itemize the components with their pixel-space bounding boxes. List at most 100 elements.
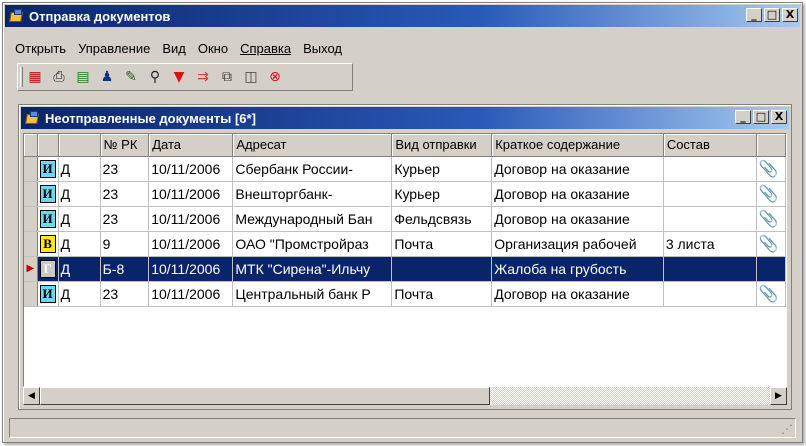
child-title-bar[interactable]: Неотправленные документы [6*] _ □ X bbox=[21, 107, 789, 129]
close-button[interactable]: X bbox=[782, 8, 798, 22]
header-summary[interactable]: Краткое содержание bbox=[491, 134, 664, 157]
method-cell: Почта bbox=[391, 281, 493, 307]
preview-icon[interactable]: ◫ bbox=[240, 66, 262, 88]
summary-cell: Договор на оказание bbox=[491, 181, 664, 207]
filter-icon[interactable]: ▼ bbox=[168, 66, 190, 88]
attachment-cell: 📎 bbox=[756, 281, 786, 307]
document-send-icon[interactable]: ⎙ bbox=[48, 66, 70, 88]
sort-icon[interactable]: ⇉ bbox=[192, 66, 214, 88]
menu-view[interactable]: Вид bbox=[156, 39, 192, 59]
minimize-button[interactable]: _ bbox=[746, 8, 762, 22]
badge-cell: И bbox=[37, 156, 59, 182]
paperclip-icon[interactable]: 📎 bbox=[759, 209, 779, 228]
menu-exit[interactable]: Выход bbox=[297, 39, 348, 59]
number-cell: 23 bbox=[100, 181, 150, 207]
edit-icon[interactable]: ✎ bbox=[120, 66, 142, 88]
table-row[interactable]: И Д 23 10/11/2006 Центральный банк Р Почта Дог… bbox=[24, 281, 786, 307]
date-cell: 10/11/2006 bbox=[148, 206, 234, 232]
attachment-cell bbox=[756, 256, 786, 282]
status-badge: И bbox=[39, 284, 56, 303]
method-cell: Фельдсвязь bbox=[391, 206, 493, 232]
header-date[interactable]: Дата bbox=[148, 134, 234, 157]
method-cell: Курьер bbox=[391, 156, 493, 182]
row-indicator bbox=[24, 156, 38, 182]
attachment-cell: 📎 bbox=[756, 156, 786, 182]
header-contents[interactable]: Состав bbox=[663, 134, 757, 157]
child-maximize-button[interactable]: □ bbox=[753, 110, 769, 124]
horizontal-scrollbar[interactable]: ◀ ▶ bbox=[23, 387, 787, 405]
scroll-thumb[interactable] bbox=[40, 387, 490, 405]
contents-cell: 3 листа bbox=[663, 231, 757, 257]
copy-icon[interactable]: ⧉ bbox=[216, 66, 238, 88]
header-method[interactable]: Вид отправки bbox=[391, 134, 493, 157]
main-window: Отправка документов _ □ X Открыть Управл… bbox=[2, 2, 803, 443]
row-indicator bbox=[24, 231, 38, 257]
header-number[interactable]: № РК bbox=[100, 134, 150, 157]
kind-cell: Д bbox=[58, 256, 101, 282]
attachment-cell: 📎 bbox=[756, 181, 786, 207]
window-title: Отправка документов bbox=[29, 8, 171, 24]
badge-cell: Г bbox=[37, 256, 59, 282]
badge-cell: И bbox=[37, 206, 59, 232]
scroll-right-icon[interactable]: ▶ bbox=[770, 387, 787, 405]
date-cell: 10/11/2006 bbox=[148, 181, 234, 207]
binoculars-icon[interactable]: ⚲ bbox=[144, 66, 166, 88]
menu-manage[interactable]: Управление bbox=[72, 39, 156, 59]
kind-cell: Д bbox=[58, 281, 101, 307]
document-icon[interactable]: ▤ bbox=[72, 66, 94, 88]
paperclip-icon[interactable]: 📎 bbox=[759, 159, 779, 178]
toolbar-grip[interactable] bbox=[20, 67, 23, 87]
child-close-button[interactable]: X bbox=[771, 110, 787, 124]
paperclip-icon[interactable]: 📎 bbox=[759, 184, 779, 203]
paperclip-icon[interactable]: 📎 bbox=[759, 234, 779, 253]
scroll-left-icon[interactable]: ◀ bbox=[23, 387, 40, 405]
attachment-cell: 📎 bbox=[756, 231, 786, 257]
menu-window[interactable]: Окно bbox=[192, 39, 234, 59]
addressee-cell: Сбербанк России- bbox=[232, 156, 393, 182]
kind-cell: Д bbox=[58, 181, 101, 207]
summary-cell: Договор на оказание bbox=[491, 206, 664, 232]
child-window: Неотправленные документы [6*] _ □ X № РК… bbox=[18, 104, 792, 410]
contents-cell bbox=[663, 181, 757, 207]
number-cell: 23 bbox=[100, 156, 150, 182]
users-icon[interactable]: ♟ bbox=[96, 66, 118, 88]
table-row[interactable]: И Д 23 10/11/2006 Международный Бан Фельдсвяз… bbox=[24, 206, 786, 232]
contents-cell bbox=[663, 281, 757, 307]
table-row[interactable]: И Д 23 10/11/2006 Сбербанк России- Курьер Дого… bbox=[24, 156, 786, 182]
status-badge: И bbox=[39, 159, 56, 178]
table-row[interactable]: И Д 23 10/11/2006 Внешторгбанк- Курьер Договор… bbox=[24, 181, 786, 207]
date-cell: 10/11/2006 bbox=[148, 281, 234, 307]
menu-open[interactable]: Открыть bbox=[9, 39, 72, 59]
method-cell bbox=[391, 256, 493, 282]
row-indicator bbox=[24, 206, 38, 232]
badge-cell: И bbox=[37, 181, 59, 207]
menu-bar: Открыть Управление Вид Окно Справка Выхо… bbox=[9, 39, 348, 59]
badge-cell: В bbox=[37, 231, 59, 257]
delete-icon[interactable]: ⊗ bbox=[264, 66, 286, 88]
row-indicator bbox=[24, 181, 38, 207]
table-row[interactable]: ▶ Г Д Б-8 10/11/2006 МТК "Сирена"-Ильчу Жалоба… bbox=[24, 256, 786, 282]
status-badge: В bbox=[39, 234, 56, 253]
method-cell: Почта bbox=[391, 231, 493, 257]
paperclip-icon[interactable]: 📎 bbox=[759, 284, 779, 303]
resize-grip-icon[interactable]: ⋰ bbox=[781, 422, 793, 436]
status-badge: Г bbox=[39, 259, 56, 278]
empty-row bbox=[24, 356, 786, 381]
child-minimize-button[interactable]: _ bbox=[735, 110, 751, 124]
attachment-cell: 📎 bbox=[756, 206, 786, 232]
title-bar[interactable]: Отправка документов _ □ X bbox=[5, 5, 800, 27]
number-cell: 23 bbox=[100, 281, 150, 307]
header-addressee[interactable]: Адресат bbox=[232, 134, 393, 157]
maximize-button[interactable]: □ bbox=[764, 8, 780, 22]
number-cell: 23 bbox=[100, 206, 150, 232]
table-row[interactable]: В Д 9 10/11/2006 ОАО "Промстройраз Почта Орган… bbox=[24, 231, 786, 257]
documents-grid[interactable]: № РК Дата Адресат Вид отправки Краткое с… bbox=[23, 133, 787, 387]
toolbar: ▦ ⎙ ▤ ♟ ✎ ⚲ ▼ ⇉ ⧉ ◫ ⊗ bbox=[17, 63, 353, 91]
addressee-cell: ОАО "Промстройраз bbox=[232, 231, 393, 257]
menu-help[interactable]: Справка bbox=[234, 39, 297, 59]
grid-view-icon[interactable]: ▦ bbox=[24, 66, 46, 88]
addressee-cell: Внешторгбанк- bbox=[232, 181, 393, 207]
grid-header: № РК Дата Адресат Вид отправки Краткое с… bbox=[24, 134, 786, 157]
status-badge: И bbox=[39, 184, 56, 203]
summary-cell: Договор на оказание bbox=[491, 156, 664, 182]
